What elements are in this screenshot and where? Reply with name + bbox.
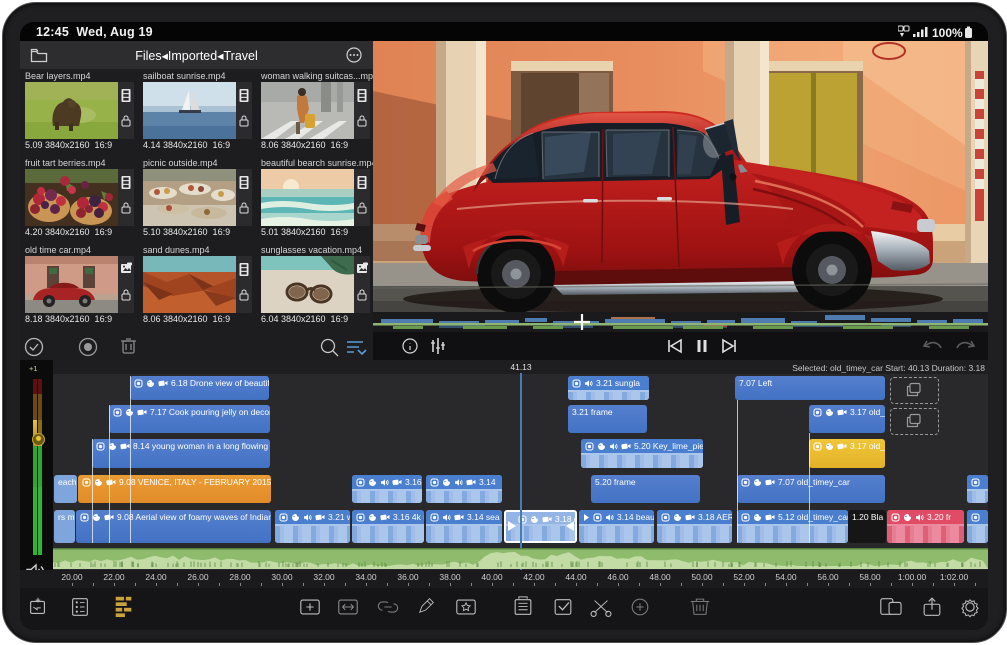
svg-text:100%: 100%	[932, 26, 963, 39]
